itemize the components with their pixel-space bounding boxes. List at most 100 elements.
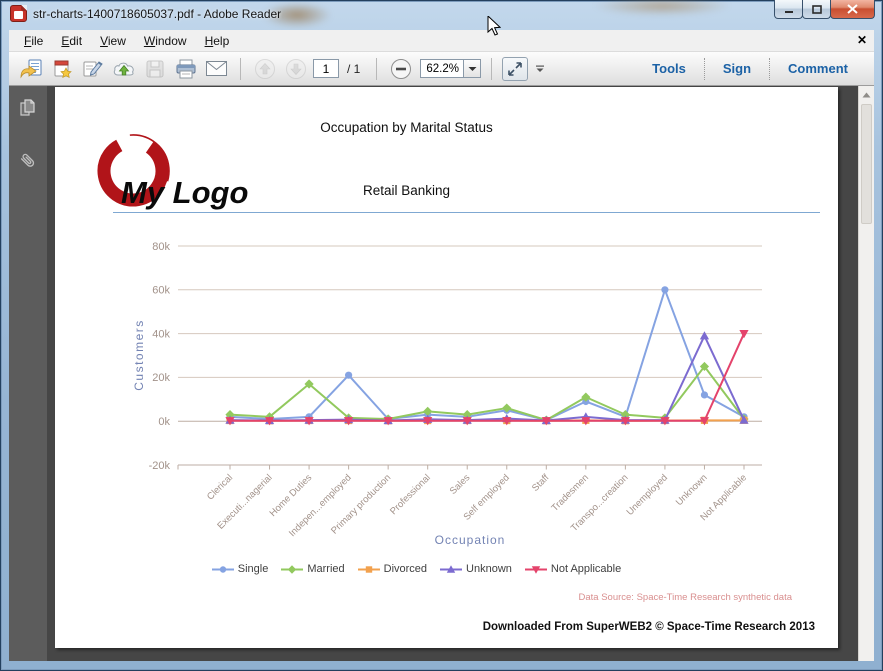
chevron-bar-icon: [536, 65, 545, 72]
chart-legend: Single Married Divorced Unknown Not Applicab…: [55, 563, 778, 575]
svg-text:Sales: Sales: [448, 472, 473, 497]
svg-text:60k: 60k: [152, 285, 170, 297]
previous-page-button[interactable]: [251, 56, 278, 82]
fit-width-button[interactable]: [502, 56, 529, 81]
paperclip-icon: [20, 153, 35, 167]
menu-view[interactable]: View: [91, 31, 135, 51]
minimize-button[interactable]: [774, 0, 803, 19]
arrow-down-icon: [285, 58, 306, 79]
legend-item-married: Married: [281, 563, 345, 575]
create-pdf-icon: [54, 60, 72, 78]
comment-panel-button[interactable]: Comment: [770, 61, 866, 76]
attachments-button[interactable]: [15, 148, 41, 174]
email-icon: [206, 61, 227, 76]
menu-file[interactable]: File: [15, 31, 52, 51]
pdf-app-icon: [10, 5, 27, 22]
scroll-up-button[interactable]: [860, 88, 873, 101]
triangle-up-icon: [862, 92, 871, 97]
minus-circle-icon: [390, 58, 411, 79]
desktop-glare: [592, 0, 732, 16]
menu-edit[interactable]: Edit: [52, 31, 91, 51]
maximize-button[interactable]: [802, 0, 831, 19]
pdf-page: Occupation by Marital Status My Logo Ret…: [55, 87, 838, 648]
legend-marker-icon: [440, 564, 463, 573]
close-icon: [847, 4, 858, 14]
toolbar: / 1 62.2%: [9, 52, 874, 86]
create-pdf-button[interactable]: [48, 56, 75, 82]
toolbar-separator: [376, 57, 378, 80]
legend-label: Not Applicable: [550, 563, 622, 575]
svg-text:Clerical: Clerical: [205, 472, 235, 502]
svg-text:80k: 80k: [152, 241, 170, 253]
sign-panel-button[interactable]: Sign: [705, 61, 769, 76]
svg-text:Unemployed: Unemployed: [625, 472, 670, 517]
tools-panel-button[interactable]: Tools: [634, 61, 704, 76]
resize-arrows-icon: [508, 61, 523, 76]
svg-text:Unknown: Unknown: [674, 472, 710, 508]
menu-bar: File Edit View Window Help ✕: [9, 30, 874, 52]
legend-marker-icon: [211, 565, 234, 573]
close-button[interactable]: [830, 0, 875, 19]
svg-text:0k: 0k: [158, 416, 170, 428]
legend-item-not-applicable: Not Applicable: [524, 563, 622, 575]
sign-document-icon: [83, 60, 103, 76]
svg-text:20k: 20k: [152, 372, 170, 384]
download-footer: Downloaded From SuperWEB2 © Space-Time R…: [482, 621, 815, 633]
legend-label: Unknown: [466, 563, 512, 575]
data-source-note: Data Source: Space-Time Research synthet…: [578, 592, 793, 603]
legend-label: Single: [237, 563, 269, 575]
header-divider: [113, 212, 820, 213]
menu-window[interactable]: Window: [135, 31, 196, 51]
legend-marker-icon: [281, 564, 304, 574]
page-number-input[interactable]: [313, 59, 339, 78]
svg-text:Tradesmen: Tradesmen: [549, 472, 591, 514]
svg-text:40k: 40k: [152, 328, 170, 340]
maximize-icon: [811, 4, 822, 14]
svg-text:Occupation: Occupation: [435, 533, 506, 547]
svg-text:Staff: Staff: [530, 472, 552, 494]
minimize-icon: [784, 10, 793, 13]
zoom-out-button[interactable]: [387, 56, 414, 82]
zoom-dropdown-button[interactable]: [464, 59, 482, 78]
chevron-down-icon: [468, 66, 477, 71]
send-to-cloud-button[interactable]: [110, 56, 137, 82]
scrollbar-thumb[interactable]: [861, 104, 872, 224]
document-pane[interactable]: Occupation by Marital Status My Logo Ret…: [47, 86, 858, 661]
svg-text:Professional: Professional: [388, 472, 433, 517]
print-icon: [176, 59, 195, 78]
page-total-label: / 1: [347, 61, 361, 76]
toolbar-separator: [240, 57, 241, 80]
zoom-level-value[interactable]: 62.2%: [420, 59, 465, 78]
print-button[interactable]: [172, 56, 199, 82]
sign-document-button[interactable]: [79, 56, 106, 82]
arrow-up-icon: [254, 58, 275, 79]
title-bar[interactable]: str-charts-1400718605037.pdf - Adobe Rea…: [0, 0, 883, 30]
cloud-upload-icon: [113, 62, 134, 75]
legend-label: Married: [307, 563, 345, 575]
email-button[interactable]: [203, 56, 230, 82]
menu-help[interactable]: Help: [196, 31, 239, 51]
company-logo: My Logo: [96, 134, 248, 210]
adobe-reader-window: str-charts-1400718605037.pdf - Adobe Rea…: [0, 0, 883, 671]
report-subtitle: Retail Banking: [362, 183, 451, 198]
save-icon: [146, 60, 163, 77]
next-page-button[interactable]: [282, 56, 309, 82]
legend-marker-icon: [357, 565, 380, 573]
toolbar-overflow-button[interactable]: [532, 57, 548, 81]
legend-item-divorced: Divorced: [357, 563, 428, 575]
legend-item-single: Single: [211, 563, 269, 575]
toolbar-separator: [491, 57, 493, 80]
save-button[interactable]: [141, 56, 168, 82]
page-thumbnails-button[interactable]: [15, 96, 41, 122]
menubar-close-icon[interactable]: ✕: [857, 33, 867, 47]
legend-label: Divorced: [383, 563, 428, 575]
legend-item-unknown: Unknown: [440, 563, 512, 575]
svg-text:Customers: Customers: [132, 319, 146, 391]
svg-text:-20k: -20k: [149, 460, 171, 472]
open-icon: [20, 59, 41, 79]
navigation-sidebar: [9, 86, 47, 661]
legend-marker-icon: [524, 565, 547, 574]
vertical-scrollbar[interactable]: [858, 86, 874, 661]
pages-icon: [20, 99, 35, 116]
open-button[interactable]: [17, 56, 44, 82]
